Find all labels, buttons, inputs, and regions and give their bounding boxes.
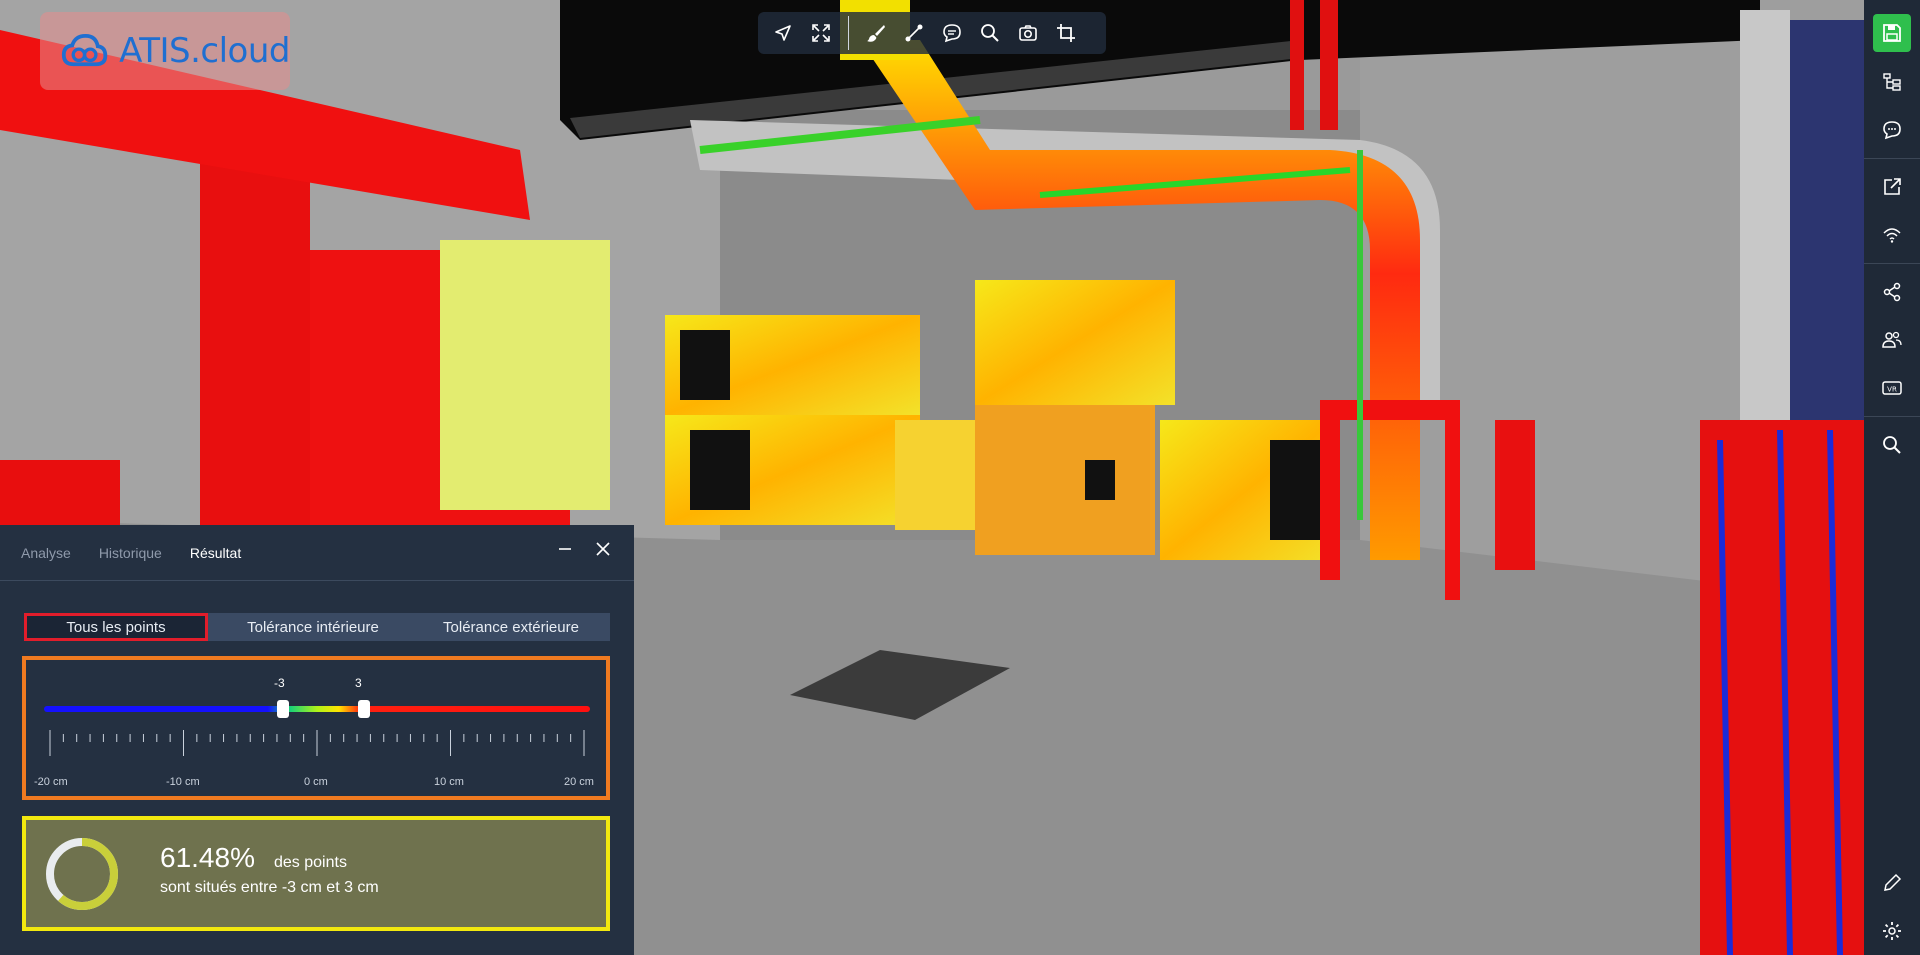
save-icon [1883, 24, 1901, 42]
segment-inner-tolerance[interactable]: Tolérance intérieure [214, 613, 412, 641]
right-sidebar: VR [1864, 0, 1920, 955]
minimize-button[interactable] [556, 540, 574, 558]
pencil-icon [1884, 873, 1902, 891]
scale-label-10: 10 cm [434, 776, 464, 788]
analysis-panel: Analyse Historique Résultat Tous les poi… [0, 525, 634, 955]
viewer-toolbar [758, 12, 1106, 54]
crop-button[interactable] [1049, 16, 1083, 50]
donut-chart [46, 838, 118, 910]
comment-icon [943, 24, 961, 43]
navigate-icon [775, 25, 791, 41]
slider-track [44, 706, 590, 712]
minimize-icon [559, 548, 571, 550]
navigate-button[interactable] [766, 16, 800, 50]
brush-icon [867, 25, 885, 42]
fullscreen-button[interactable] [804, 16, 838, 50]
segment-outer-tolerance[interactable]: Tolérance extérieure [412, 613, 610, 641]
sidebar-separator [1864, 416, 1920, 417]
sidebar-separator [1864, 263, 1920, 264]
segment-all-points[interactable]: Tous les points [24, 613, 208, 641]
tab-resultat[interactable]: Résultat [190, 545, 241, 561]
save-button[interactable] [1873, 14, 1911, 52]
chat-icon [1883, 121, 1901, 140]
scale-label-20: 20 cm [564, 776, 594, 788]
tolerance-slider-box: -3 3 -20 cm -10 cm 0 cm 10 cm 20 cm [22, 656, 610, 800]
search-icon [1883, 436, 1901, 454]
toolbar-separator [848, 16, 849, 50]
users-icon [1882, 331, 1902, 348]
search-button[interactable] [973, 16, 1007, 50]
scale-label-minus-10: -10 cm [166, 776, 200, 788]
open-external-button[interactable] [1864, 163, 1920, 211]
close-button[interactable] [594, 540, 612, 558]
sidebar-search-button[interactable] [1864, 421, 1920, 469]
result-summary: 61.48% des points sont situés entre -3 c… [22, 816, 610, 931]
measure-icon [905, 24, 923, 42]
external-link-icon [1884, 178, 1901, 195]
share-icon [1883, 282, 1901, 302]
filter-segmented-control: Tous les points Tolérance intérieure Tol… [24, 613, 610, 641]
comment-button[interactable] [935, 16, 969, 50]
scale-label-0: 0 cm [304, 776, 328, 788]
svg-text:VR: VR [1887, 386, 1897, 394]
wifi-icon [1883, 228, 1901, 243]
share-button[interactable] [1864, 268, 1920, 316]
layers-tree-button[interactable] [1864, 58, 1920, 106]
camera-icon [1019, 25, 1037, 41]
vr-button[interactable]: VR [1864, 364, 1920, 412]
max-thumb[interactable] [358, 700, 370, 718]
brush-button[interactable] [859, 16, 893, 50]
close-icon [596, 542, 610, 556]
panel-header: Analyse Historique Résultat [0, 525, 634, 581]
settings-icon [1883, 922, 1901, 940]
settings-button[interactable] [1864, 907, 1920, 955]
tab-analyse[interactable]: Analyse [21, 545, 71, 561]
tree-icon [1883, 73, 1901, 91]
wifi-button[interactable] [1864, 211, 1920, 259]
result-percent: 61.48% [160, 842, 255, 873]
brand-name: ATIS.cloud [119, 31, 290, 71]
search-icon [981, 24, 999, 42]
sidebar-separator [1864, 158, 1920, 159]
chat-button[interactable] [1864, 106, 1920, 154]
tab-historique[interactable]: Historique [99, 545, 162, 561]
vr-icon: VR [1882, 381, 1902, 395]
result-percent-suffix: des points [274, 854, 347, 871]
panel-window-controls [556, 540, 612, 558]
brand-logo: ATIS.cloud [40, 12, 290, 90]
measure-button[interactable] [897, 16, 931, 50]
cloud-logo-icon [61, 34, 108, 67]
crop-icon [1057, 24, 1075, 42]
edit-button[interactable] [1864, 859, 1920, 907]
slider-scale-ticks [49, 730, 585, 756]
min-thumb[interactable] [277, 700, 289, 718]
camera-button[interactable] [1011, 16, 1045, 50]
result-sentence: sont situés entre -3 cm et 3 cm [160, 879, 379, 896]
scale-label-minus-20: -20 cm [34, 776, 68, 788]
users-button[interactable] [1864, 316, 1920, 364]
fullscreen-icon [812, 24, 830, 42]
